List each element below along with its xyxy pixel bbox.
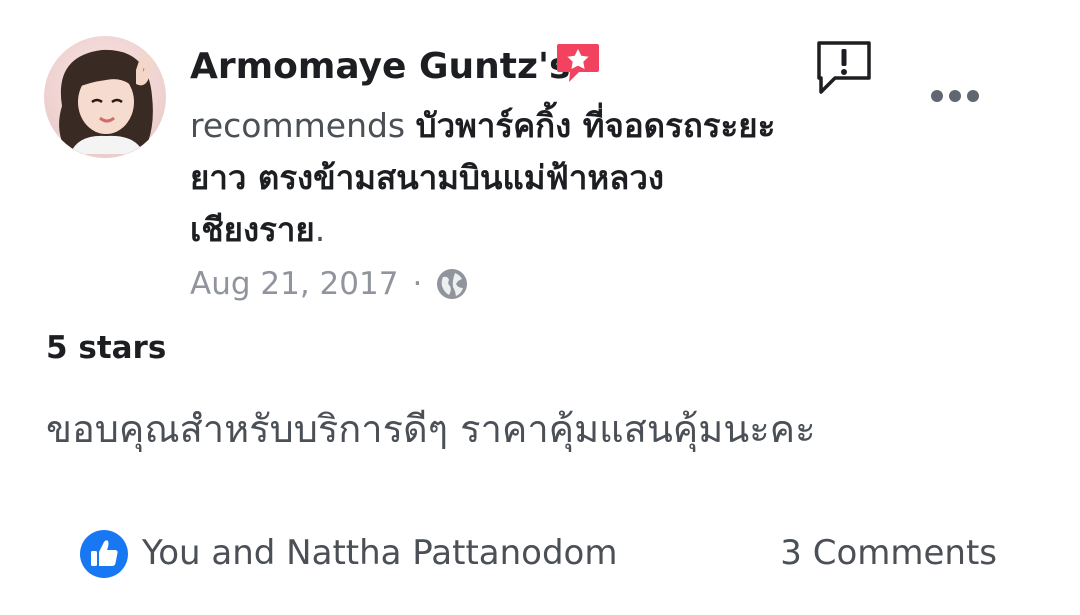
more-options-icon[interactable] [929,86,981,106]
recommend-suffix: . [314,210,326,249]
rating-label: 5 stars [46,330,167,366]
globe-icon[interactable] [436,268,468,300]
avatar[interactable] [44,36,166,158]
recommendation-post: Armomaye Guntz's recommends บัวพาร์คกิ้ง… [0,0,1080,615]
recommend-prefix: recommends [190,106,416,145]
author-name[interactable]: Armomaye Guntz's [190,46,570,87]
post-meta: Aug 21, 2017 · [190,266,468,302]
like-thumb-icon[interactable] [80,530,128,578]
comments-count[interactable]: 3 Comments [780,533,997,573]
likers-text[interactable]: You and Nattha Pattanodom [142,533,617,573]
review-text: ขอบคุณสำหรับบริการดีๆ ราคาคุ้มแสนคุ้มนะค… [46,407,816,451]
star-speech-bubble-icon [555,40,601,84]
recommendation-text: recommends บัวพาร์คกิ้ง ที่จอดรถระยะยาว … [190,100,800,256]
meta-separator: · [412,266,423,302]
report-exclamation-icon[interactable] [815,40,873,98]
post-date[interactable]: Aug 21, 2017 [190,266,398,302]
